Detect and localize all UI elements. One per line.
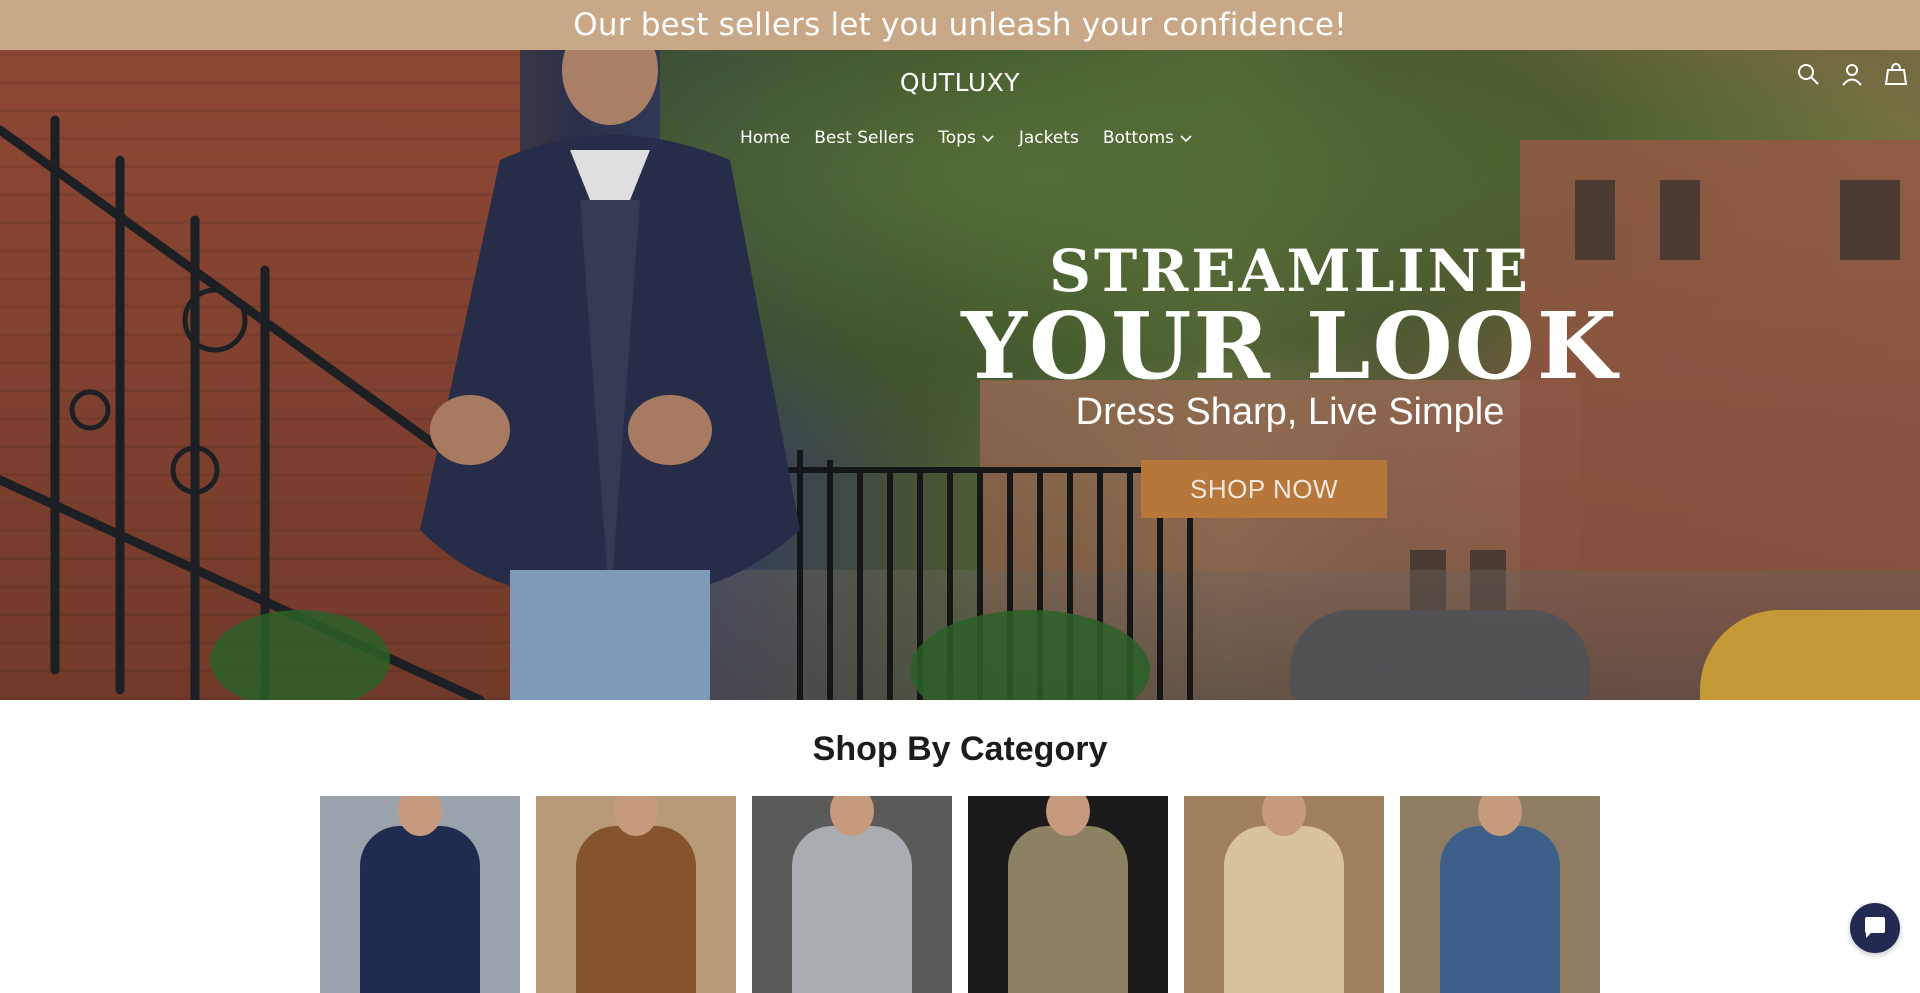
cart-icon[interactable] (1884, 62, 1908, 86)
chevron-down-icon (982, 135, 994, 143)
chat-button[interactable] (1850, 903, 1900, 953)
chat-icon (1865, 917, 1885, 938)
chevron-down-icon (1180, 135, 1192, 143)
shop-now-button[interactable]: SHOP NOW (1141, 460, 1387, 518)
announcement-bar: Our best sellers let you unleash your co… (0, 0, 1920, 50)
category-product-image (1008, 826, 1128, 993)
nav-label: Tops (938, 128, 976, 148)
store-logo[interactable]: QUTLUXY (860, 68, 1060, 102)
nav-tops[interactable]: Tops (938, 128, 995, 148)
category-tile-jeans[interactable] (1400, 796, 1600, 993)
category-tile-shirt-jacket[interactable] (536, 796, 736, 993)
category-product-image (360, 826, 480, 993)
hero-line-2: YOUR LOOK (961, 292, 1619, 400)
main-nav: Home Best Sellers Tops Jackets Bottoms (740, 124, 1192, 152)
nav-bottoms[interactable]: Bottoms (1103, 128, 1193, 148)
account-icon[interactable] (1840, 62, 1864, 86)
nav-jackets[interactable]: Jackets (1019, 128, 1079, 148)
hero-headline: STREAMLINE YOUR LOOK Dress Sharp, Live S… (940, 240, 1640, 436)
category-product-image (576, 826, 696, 993)
nav-label: Bottoms (1102, 128, 1175, 148)
category-tile-polo-shirt[interactable] (320, 796, 520, 993)
category-tile-shorts[interactable] (1184, 796, 1384, 993)
category-tile-sweater[interactable] (752, 796, 952, 993)
header-icons (1796, 62, 1912, 88)
category-product-image (1440, 826, 1560, 993)
announcement-text: Our best sellers let you unleash your co… (573, 7, 1347, 43)
nav-home[interactable]: Home (740, 128, 790, 148)
search-icon[interactable] (1796, 62, 1820, 86)
section-title: Shop By Category (812, 730, 1108, 768)
nav-label: Home (740, 128, 791, 148)
nav-label: Best Sellers (814, 128, 915, 148)
category-grid (320, 796, 1600, 993)
nav-label: Jackets (1018, 128, 1079, 148)
nav-best-sellers[interactable]: Best Sellers (814, 128, 914, 148)
category-product-image (1224, 826, 1344, 993)
category-product-image (792, 826, 912, 993)
category-tile-plaid-jacket[interactable] (968, 796, 1168, 993)
